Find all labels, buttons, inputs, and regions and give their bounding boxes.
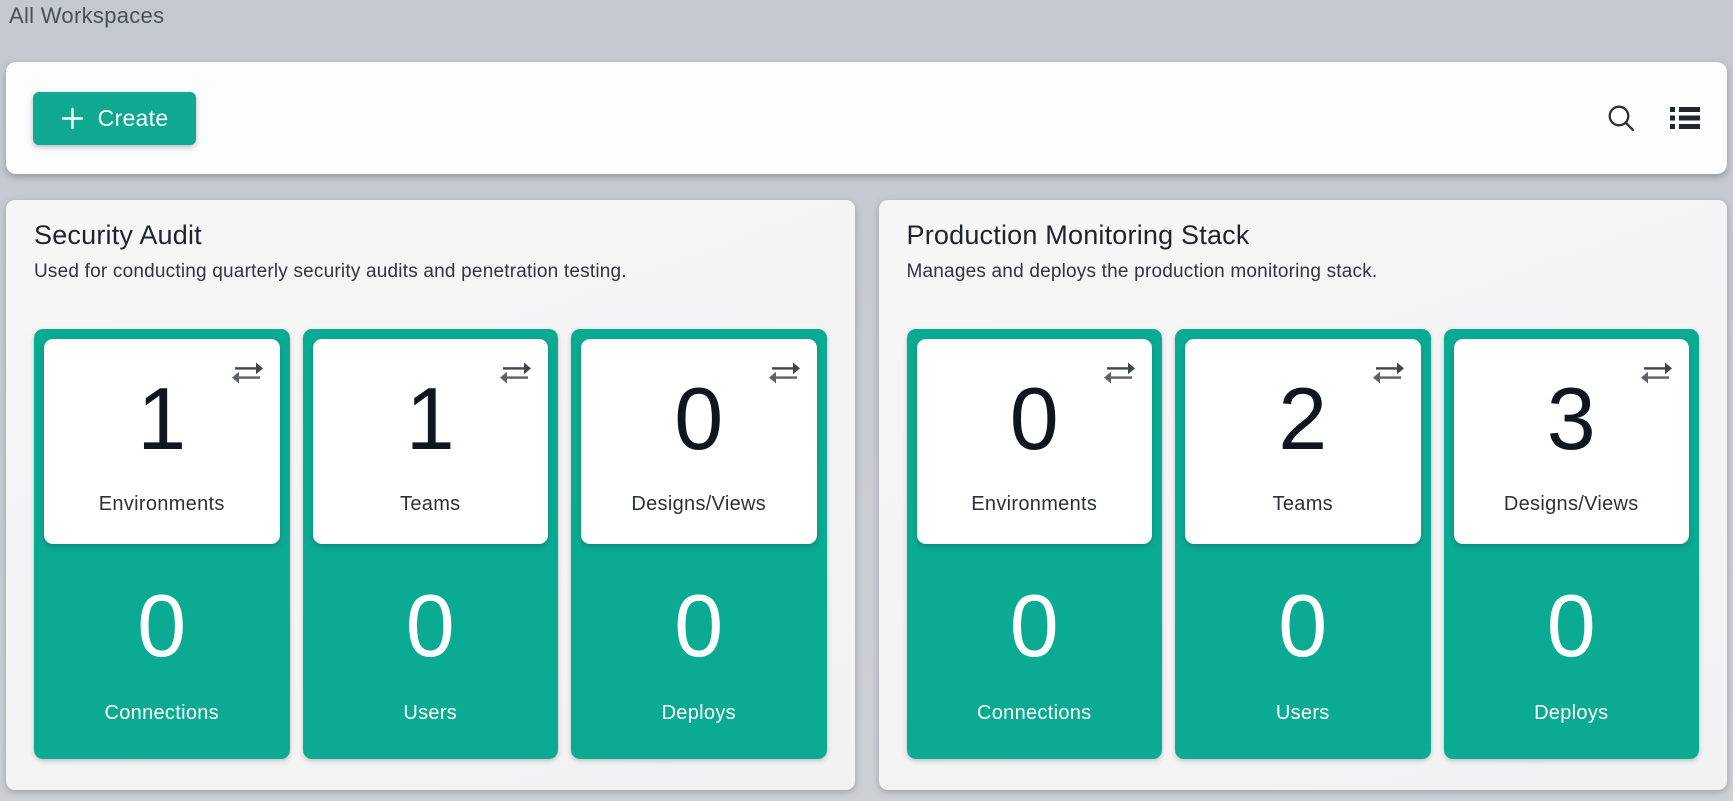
plus-icon bbox=[61, 107, 84, 130]
stat-tile-top: 1 Teams bbox=[313, 339, 549, 544]
stat-tile-top: 3 Designs/Views bbox=[1454, 339, 1690, 544]
stat-label: Users bbox=[1185, 702, 1421, 759]
stat-tile[interactable]: 1 Teams 0 Users bbox=[303, 329, 559, 759]
list-view-icon[interactable] bbox=[1670, 106, 1700, 130]
stat-tile-top: 1 Environments bbox=[44, 339, 280, 544]
stat-value: 0 bbox=[581, 544, 817, 702]
stat-tile-bottom: 0 Deploys bbox=[581, 544, 817, 759]
toolbar-actions bbox=[1605, 102, 1700, 135]
swap-arrows-icon[interactable] bbox=[1104, 361, 1135, 385]
stat-label: Environments bbox=[44, 493, 280, 544]
search-icon[interactable] bbox=[1605, 102, 1638, 135]
stat-label: Connections bbox=[917, 702, 1153, 759]
stat-tile[interactable]: 0 Designs/Views 0 Deploys bbox=[571, 329, 827, 759]
stat-tile[interactable]: 3 Designs/Views 0 Deploys bbox=[1444, 329, 1700, 759]
swap-arrows-icon[interactable] bbox=[500, 361, 531, 385]
stat-tile-bottom: 0 Users bbox=[1185, 544, 1421, 759]
swap-arrows-icon[interactable] bbox=[232, 361, 263, 385]
stat-tile[interactable]: 1 Environments 0 Connections bbox=[34, 329, 290, 759]
toolbar: Create bbox=[6, 62, 1727, 174]
stat-label: Teams bbox=[313, 493, 549, 544]
stat-tile-row: 1 Environments 0 Connections 1 Teams bbox=[34, 329, 827, 759]
workspace-title: Security Audit bbox=[34, 220, 827, 251]
stat-label: Environments bbox=[917, 493, 1153, 544]
create-button[interactable]: Create bbox=[33, 92, 196, 145]
stat-value: 0 bbox=[44, 544, 280, 702]
stat-value: 0 bbox=[1454, 544, 1690, 702]
stat-tile-bottom: 0 Users bbox=[313, 544, 549, 759]
stat-label: Designs/Views bbox=[1454, 493, 1690, 544]
workspace-title: Production Monitoring Stack bbox=[907, 220, 1700, 251]
stat-tile-top: 0 Designs/Views bbox=[581, 339, 817, 544]
stat-label: Teams bbox=[1185, 493, 1421, 544]
stat-tile-top: 0 Environments bbox=[917, 339, 1153, 544]
swap-arrows-icon[interactable] bbox=[1641, 361, 1672, 385]
swap-arrows-icon[interactable] bbox=[769, 361, 800, 385]
stat-tile-bottom: 0 Connections bbox=[917, 544, 1153, 759]
stat-tile-row: 0 Environments 0 Connections 2 Teams bbox=[907, 329, 1700, 759]
workspace-card: Production Monitoring Stack Manages and … bbox=[879, 200, 1728, 790]
workspace-description: Manages and deploys the production monit… bbox=[907, 261, 1700, 283]
stat-tile-top: 2 Teams bbox=[1185, 339, 1421, 544]
stat-tile[interactable]: 0 Environments 0 Connections bbox=[907, 329, 1163, 759]
stat-label: Users bbox=[313, 702, 549, 759]
stat-tile-bottom: 0 Deploys bbox=[1454, 544, 1690, 759]
stat-value: 0 bbox=[917, 544, 1153, 702]
workspace-card-list: Security Audit Used for conducting quart… bbox=[6, 200, 1727, 790]
create-button-label: Create bbox=[98, 105, 169, 132]
stat-tile-bottom: 0 Connections bbox=[44, 544, 280, 759]
stat-label: Connections bbox=[44, 702, 280, 759]
page-title: All Workspaces bbox=[9, 3, 164, 29]
stat-label: Designs/Views bbox=[581, 493, 817, 544]
swap-arrows-icon[interactable] bbox=[1373, 361, 1404, 385]
stat-label: Deploys bbox=[1454, 702, 1690, 759]
stat-value: 0 bbox=[313, 544, 549, 702]
stat-value: 0 bbox=[1185, 544, 1421, 702]
workspace-card: Security Audit Used for conducting quart… bbox=[6, 200, 855, 790]
workspace-description: Used for conducting quarterly security a… bbox=[34, 261, 827, 283]
stat-tile[interactable]: 2 Teams 0 Users bbox=[1175, 329, 1431, 759]
stat-label: Deploys bbox=[581, 702, 817, 759]
